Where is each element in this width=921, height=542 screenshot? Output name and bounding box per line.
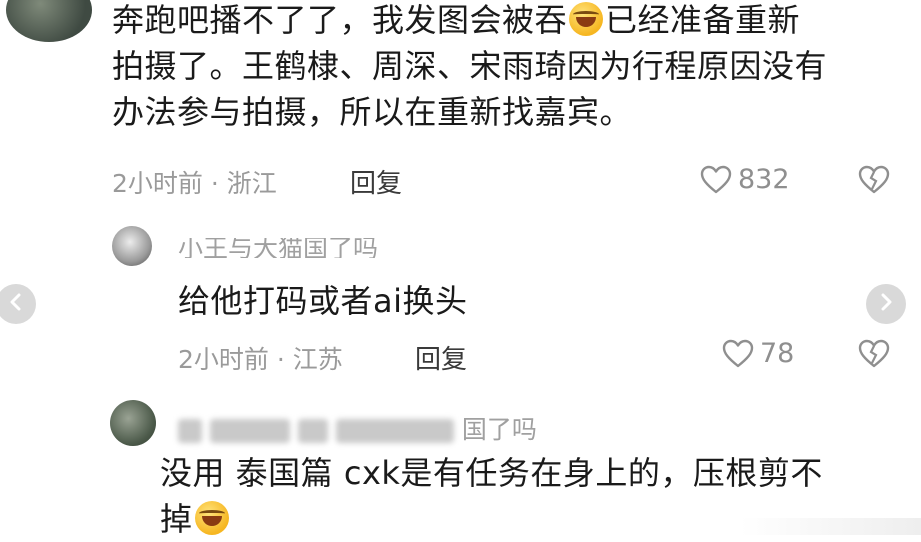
watermark	[740, 518, 921, 535]
comment-text: 给他打码或者ai换头	[178, 282, 468, 320]
comment-text-line: 办法参与拍摄，所以在重新找嘉宾。	[112, 93, 633, 131]
comment-text-line: 拍摄了。王鹤棣、周深、宋雨琦因为行程原因没有	[112, 47, 828, 85]
next-button[interactable]	[866, 284, 906, 324]
blurred-username-part	[297, 419, 328, 443]
comment-text-line: 没用 泰国篇 cxk是有任务在身上的，压根剪不	[160, 454, 823, 492]
heart-outline-icon	[722, 339, 754, 369]
avatar[interactable]	[112, 226, 152, 266]
reply-button[interactable]: 回复	[350, 163, 402, 200]
avatar[interactable]	[6, 0, 92, 42]
chevron-left-icon	[8, 293, 24, 315]
username[interactable]: 小王与大猫国了吗	[178, 238, 378, 258]
blurred-username-part	[178, 419, 202, 443]
comment-text-line: 掉	[160, 500, 193, 538]
laughing-emoji-icon	[194, 501, 229, 535]
dislike-button[interactable]	[858, 339, 890, 369]
like-button[interactable]: 832	[700, 164, 790, 195]
reply-button[interactable]: 回复	[415, 339, 467, 376]
time-location: 2小时前 · 江苏	[178, 345, 343, 374]
comment-text-line: 奔跑吧播不了了，我发图会被吞	[112, 1, 568, 39]
like-count: 78	[760, 338, 795, 369]
comment-text: 奔跑吧播不了了，我发图会被吞 已经准备重新 拍摄了。王鹤棣、周深、宋雨琦因为行程原…	[112, 0, 912, 135]
broken-heart-icon	[858, 339, 890, 369]
laughing-emoji-icon	[569, 2, 604, 36]
broken-heart-icon	[858, 165, 890, 195]
blurred-username-part	[209, 419, 290, 443]
username-text: 国了吗	[461, 415, 537, 444]
heart-outline-icon	[700, 165, 732, 195]
username-text: 小王与大猫国了吗	[178, 238, 379, 258]
comment-text-line: 已经准备重新	[605, 1, 801, 39]
chevron-right-icon	[878, 293, 894, 315]
like-button[interactable]: 78	[722, 338, 794, 369]
time-location: 2小时前 · 浙江	[112, 169, 277, 198]
username[interactable]: 国了吗	[178, 410, 537, 446]
avatar[interactable]	[110, 400, 156, 446]
blurred-username-part	[335, 419, 454, 443]
dislike-button[interactable]	[858, 165, 890, 195]
prev-button[interactable]	[0, 284, 36, 324]
like-count: 832	[738, 164, 790, 195]
